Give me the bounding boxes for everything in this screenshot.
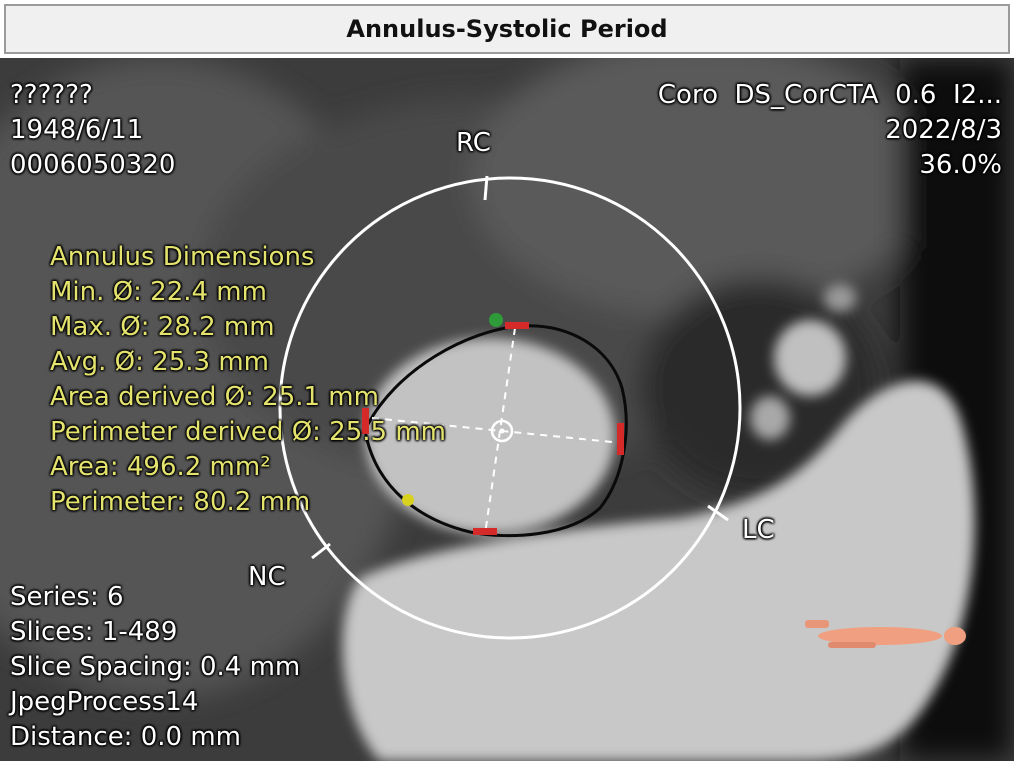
lc-cusp-label: LC <box>742 515 775 545</box>
study-info: Coro DS_CorCTA 0.6 I2... 2022/8/3 36.0% <box>658 78 1002 183</box>
series-number: Series: 6 <box>10 582 124 612</box>
measurements-title: Annulus Dimensions <box>50 242 315 272</box>
view-title-bar: Annulus-Systolic Period <box>4 4 1010 54</box>
center-dot <box>499 428 505 434</box>
slice-spacing: Slice Spacing: 0.4 mm <box>10 652 301 682</box>
annulus-perimeter: Perimeter: 80.2 mm <box>50 487 311 517</box>
annulus-measurements: Annulus Dimensions Min. Ø: 22.4 mm Max. … <box>50 240 446 520</box>
cardiac-phase: 36.0% <box>919 150 1002 180</box>
view-title: Annulus-Systolic Period <box>346 15 668 43</box>
perimeter-derived-diameter: Perimeter derived Ø: 25.5 mm <box>50 417 446 447</box>
rc-tick <box>483 175 489 201</box>
max-diameter: Max. Ø: 28.2 mm <box>50 312 275 342</box>
min-diameter: Min. Ø: 22.4 mm <box>50 277 267 307</box>
rc-cusp-label: RC <box>456 128 491 158</box>
patient-name: ?????? <box>10 80 93 110</box>
area-derived-diameter: Area derived Ø: 25.1 mm <box>50 382 379 412</box>
small-vessel <box>750 396 790 440</box>
study-description: Coro DS_CorCTA 0.6 I2... <box>657 80 1002 110</box>
patient-dob: 1948/6/11 <box>10 115 144 145</box>
annulus-area: Area: 496.2 mm² <box>50 452 271 482</box>
contrast-vessel <box>774 320 846 396</box>
avg-diameter: Avg. Ø: 25.3 mm <box>50 347 269 377</box>
contour-marker-bottom[interactable] <box>473 528 497 535</box>
series-info: Series: 6 Slices: 1-489 Slice Spacing: 0… <box>10 580 300 755</box>
study-date: 2022/8/3 <box>885 115 1002 145</box>
patient-info: ?????? 1948/6/11 0006050320 <box>10 78 175 183</box>
small-vessel <box>824 284 856 312</box>
slice-range: Slices: 1-489 <box>10 617 178 647</box>
compression-type: JpegProcess14 <box>10 687 199 717</box>
contour-marker-top[interactable] <box>505 322 529 329</box>
ct-image-viewport[interactable]: ?????? 1948/6/11 0006050320 Coro DS_CorC… <box>0 58 1014 761</box>
green-landmark[interactable] <box>489 313 503 327</box>
contour-marker-right[interactable] <box>617 423 624 455</box>
patient-id: 0006050320 <box>10 150 176 180</box>
distance-readout: Distance: 0.0 mm <box>10 722 241 752</box>
